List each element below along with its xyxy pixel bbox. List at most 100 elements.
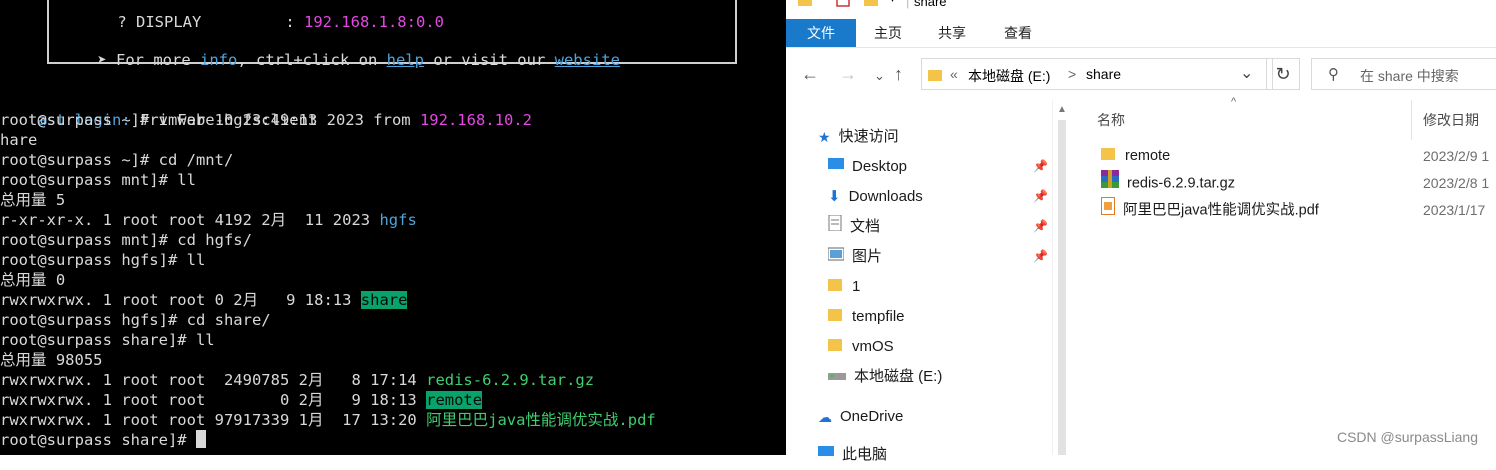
nav-item-desktop[interactable]: Desktop [828,152,907,182]
cloud-icon: ☁ [818,409,832,426]
document-icon [828,212,842,242]
terminal-line: root@surpass hgfs]# cd share/ [0,311,271,329]
info-middle: , ctrl+click on [237,51,387,69]
breadcrumb-folder[interactable]: share [1086,66,1121,82]
file-date: 2023/1/17 [1423,202,1486,218]
terminal-line: 总用量 5 [0,191,66,209]
tab-home[interactable]: 主页 [860,19,916,47]
terminal-window[interactable]: ? DISPLAY : 192.168.1.8:0.0 ➤ For more i… [0,0,786,455]
nav-item-downloads[interactable]: ⬇ Downloads [828,182,923,212]
column-header-date[interactable]: 修改日期 [1423,110,1479,130]
folder-icon [1101,143,1117,169]
title-divider: | [906,0,910,9]
nav-label: Desktop [852,158,908,175]
picture-icon [827,242,845,272]
file-date: 2023/2/9 1 [1423,148,1490,164]
column-header-name[interactable]: 名称 [1097,110,1125,130]
window-title: share [914,0,947,9]
column-divider[interactable] [1411,100,1412,140]
ls-entry: rwxrwxrwx. 1 root root 2490785 2月 8 17:1… [0,371,427,389]
forward-arrow-icon[interactable]: → [839,64,857,85]
chevron-down-icon[interactable]: ▾ [890,0,895,5]
nav-quick-access[interactable]: ★ 快速访问 [818,122,899,152]
nav-label: Downloads [848,188,923,205]
nav-item-tempfile[interactable]: tempfile [828,302,905,332]
address-dropdown-icon[interactable]: ⌄ [1240,63,1253,83]
file-row-pdf[interactable]: 阿里巴巴java性能调优实战.pdf [1101,197,1319,223]
terminal-line: root@surpass hgfs]# ll [0,251,206,269]
file-row-redis[interactable]: redis-6.2.9.tar.gz [1101,170,1235,196]
ls-item-redis: redis-6.2.9.tar.gz [426,371,595,389]
terminal-line: root@surpass mnt]# cd hgfs/ [0,231,252,249]
nav-label: 快速访问 [838,128,899,145]
up-arrow-icon[interactable]: ↑ [894,64,903,85]
file-row-remote[interactable]: remote [1101,143,1170,169]
folder-icon [828,272,844,302]
nav-this-pc[interactable]: 此电脑 [818,440,887,470]
nav-label: tempfile [852,308,905,325]
folder-icon [928,70,942,81]
terminal-line: 总用量 98055 [0,351,103,369]
file-name: remote [1125,148,1171,164]
breadcrumb-separator: > [1068,66,1077,82]
nav-item-drive-e[interactable]: 本地磁盘 (E:) [828,362,942,392]
info-word: info [200,51,238,69]
display-value: 192.168.1.8:0.0 [303,13,444,31]
scroll-thumb[interactable] [1058,120,1066,455]
terminal-line: root@surpass ~]# cd /mnt/ [0,151,234,169]
pin-icon: 📌 [1033,219,1048,233]
address-bar[interactable]: « 本地磁盘 (E:) > share ⌄ [921,58,1273,90]
refresh-button[interactable]: ↻ [1266,58,1300,90]
ls-item-pdf: 阿里巴巴java性能调优实战.pdf [426,411,656,429]
nav-label: 1 [852,278,861,295]
terminal-line: 总用量 0 [0,271,66,289]
title-bar: ▾ | share [786,0,1496,16]
back-arrow-icon[interactable]: ← [801,64,819,85]
file-explorer-window[interactable]: ▾ | share 文件 主页 共享 查看 ← → ⌄ ↑ « 本地磁盘 (E:… [786,0,1496,463]
nav-item-vmos[interactable]: vmOS [828,332,894,362]
tab-share[interactable]: 共享 [924,19,980,47]
nav-label: 本地磁盘 (E:) [854,368,943,385]
search-box[interactable]: ⚲ 在 share 中搜索 [1311,58,1496,90]
properties-icon[interactable] [836,0,850,8]
nav-onedrive[interactable]: ☁ OneDrive [818,402,903,432]
tab-view[interactable]: 查看 [988,19,1048,47]
file-list: ^ 名称 修改日期 remote 2023/2/9 1 redis-6.2.9.… [1071,96,1496,455]
pin-icon: 📌 [1033,159,1048,173]
tab-file[interactable]: 文件 [786,19,856,47]
banner-display-line: ? DISPLAY : 192.168.1.8:0.0 [117,13,444,31]
recent-chevron-icon[interactable]: ⌄ [874,68,885,84]
folder-icon [828,332,844,362]
terminal-line: rwxrwxrwx. 1 root root 97917339 1月 17 13… [0,410,656,430]
ls-entry: rwxrwxrwx. 1 root root 0 2月 9 18:13 [0,391,427,409]
pdf-icon [1101,197,1115,224]
prompt-line[interactable]: root@surpass share]# [0,430,206,450]
ls-item-hgfs: hgfs [379,211,417,229]
scroll-up-icon[interactable]: ▲ [1057,104,1067,115]
banner-info-line: ➤ For more info, ctrl+click on help or v… [60,30,620,69]
breadcrumb-overflow[interactable]: « [950,66,958,82]
nav-item-folder-1[interactable]: 1 [828,272,860,302]
nav-label: OneDrive [840,408,904,425]
nav-item-documents[interactable]: 文档 [828,212,880,242]
nav-scrollbar[interactable]: ▲ [1052,100,1071,455]
folder-icon [798,0,812,6]
new-folder-icon[interactable] [864,0,878,6]
website-link[interactable]: website [555,51,620,69]
folder-icon [828,302,844,332]
info-prefix: For more [116,51,201,69]
terminal-line: root@surpass ~]# vmware-hgfsclient [0,111,318,129]
search-placeholder: 在 share 中搜索 [1360,68,1459,84]
info-or-visit: or visit our [423,51,555,69]
file-name: redis-6.2.9.tar.gz [1127,175,1235,192]
nav-label: vmOS [852,338,894,355]
file-name: 阿里巴巴java性能调优实战.pdf [1123,202,1319,219]
nav-label: 图片 [852,248,883,265]
ls-item-remote: remote [426,391,483,409]
cursor [195,430,206,448]
help-link[interactable]: help [387,51,424,69]
desktop-icon [828,152,844,182]
terminal-line: rwxrwxrwx. 1 root root 0 2月 9 18:13 shar… [0,290,408,310]
breadcrumb-drive[interactable]: 本地磁盘 (E:) [968,66,1050,86]
nav-item-pictures[interactable]: 图片 [827,242,883,272]
